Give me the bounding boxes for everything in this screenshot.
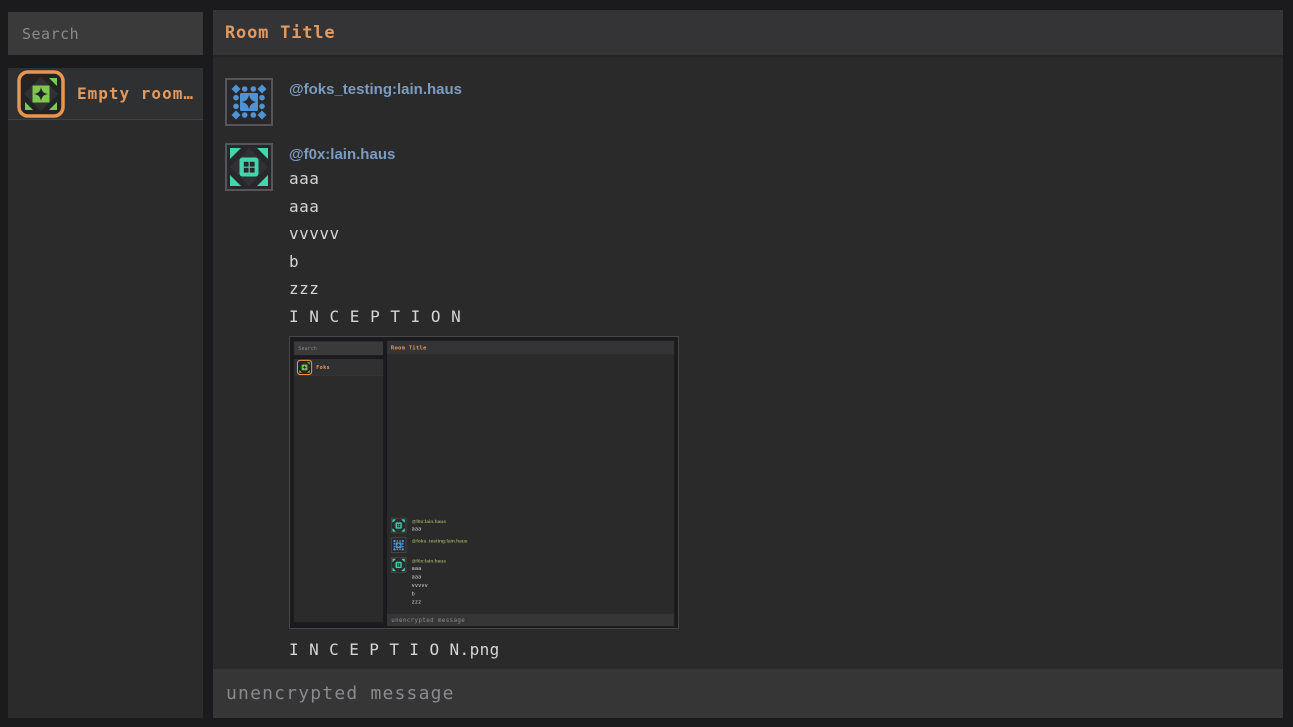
embedded-screenshot: Search Foks (290, 337, 678, 628)
app-window: Empty room… Room Title @foks_testing:lai… (0, 0, 1293, 727)
message-line: I N C E P T I O N (289, 303, 679, 331)
embedded-message-sender: @f0x:lain.haus (412, 518, 446, 525)
message-line: zzz (412, 598, 446, 606)
message-line: aaa (289, 193, 679, 221)
embedded-message: @f0x:lain.haus aaa (391, 518, 670, 534)
embedded-room-title: Room Title (391, 344, 427, 350)
embedded-chat-panel: Room Title @f0x:lain.haus (387, 341, 674, 626)
room-header: Room Title (213, 10, 1283, 57)
room-title: Room Title (225, 23, 335, 43)
message-line: vvvvv (289, 220, 679, 248)
message-line: aaa (289, 165, 679, 193)
f0x-identicon-avatar (225, 143, 273, 191)
message-lines: aaaaaavvvvvbzzzI N C E P T I O N (289, 165, 679, 330)
embedded-message-timeline: @f0x:lain.haus aaa (387, 355, 674, 614)
message-timeline: @foks_testing:lain.haus @f0x:lain.haus a… (213, 57, 1283, 669)
attachment-filename[interactable]: I N C E P T I O N.png (289, 636, 679, 663)
embedded-room-name-label: Foks (316, 364, 330, 370)
embedded-room-header: Room Title (387, 341, 674, 355)
sidebar: Empty room… (8, 12, 203, 718)
room-avatar-icon (17, 70, 65, 118)
message-input[interactable] (213, 669, 1283, 718)
chat-panel: Room Title @foks_testing:lain.haus @ (213, 10, 1283, 718)
message: @foks_testing:lain.haus (225, 78, 1271, 126)
message-body: @f0x:lain.haus aaaaaavvvvvbzzzI N C E P … (289, 143, 679, 663)
composer-bar (213, 669, 1283, 718)
embedded-message-lines: aaaaaavvvvvbzzz (412, 564, 446, 606)
foks-testing-identicon-avatar (391, 537, 407, 553)
embedded-composer: unencrypted message (387, 614, 674, 626)
embedded-room-list-item: Foks (294, 359, 383, 376)
message-sender: @f0x:lain.haus (289, 143, 679, 165)
embedded-sidebar: Search Foks (294, 342, 383, 623)
embedded-message-lines: aaa (412, 525, 446, 533)
embedded-message: @f0x:lain.haus aaaaaavvvvvbzzz (391, 557, 670, 606)
image-attachment-inception-screenshot[interactable]: Search Foks (289, 336, 679, 629)
message-line: b (289, 248, 679, 276)
embedded-message: @foks_testing:lain.haus (391, 537, 670, 553)
message: @f0x:lain.haus aaaaaavvvvvbzzzI N C E P … (225, 143, 1271, 663)
foks-testing-identicon-avatar (225, 78, 273, 126)
message-line: zzz (289, 275, 679, 303)
message-sender: @foks_testing:lain.haus (289, 78, 462, 100)
embedded-room-avatar-icon (297, 359, 313, 375)
message-line: aaa (412, 573, 446, 581)
message-body: @foks_testing:lain.haus (289, 78, 462, 100)
message-line: aaa (412, 564, 446, 572)
embedded-message-sender: @f0x:lain.haus (412, 557, 446, 564)
message-line: aaa (412, 525, 446, 533)
embedded-message-sender: @foks_testing:lain.haus (412, 537, 468, 544)
search-input[interactable] (8, 12, 203, 55)
message-line: b (412, 590, 446, 598)
embedded-search-input: Search (294, 342, 383, 356)
room-list-item-empty-room[interactable]: Empty room… (8, 68, 203, 120)
room-name-label: Empty room… (77, 84, 194, 103)
f0x-identicon-avatar (391, 557, 407, 573)
message-line: vvvvv (412, 581, 446, 589)
embedded-room-list: Foks (294, 359, 383, 622)
room-list: Empty room… (8, 68, 203, 718)
f0x-identicon-avatar (391, 518, 407, 534)
